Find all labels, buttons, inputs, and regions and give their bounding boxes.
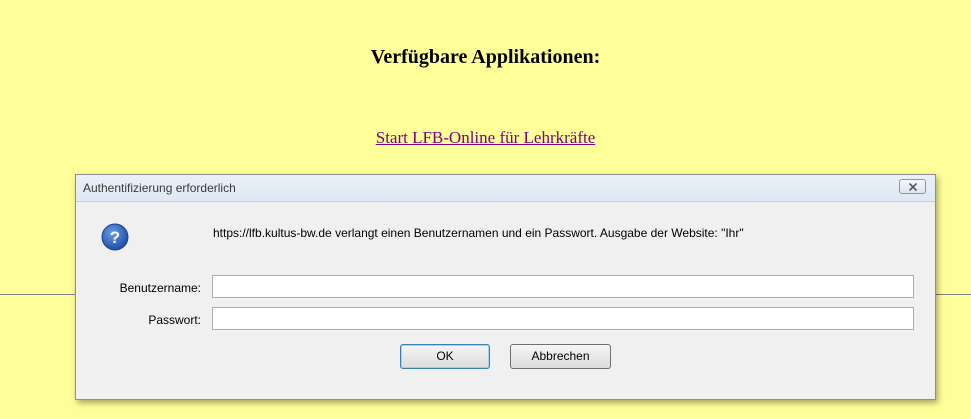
dialog-title: Authentifizierung erforderlich	[83, 181, 236, 195]
dialog-titlebar[interactable]: Authentifizierung erforderlich	[76, 175, 935, 202]
page-heading: Verfügbare Applikationen:	[370, 46, 601, 68]
authentication-dialog: Authentifizierung erforderlich ? https:/…	[75, 174, 936, 400]
cancel-button[interactable]: Abbrechen	[510, 344, 611, 369]
ok-button[interactable]: OK	[400, 344, 490, 369]
password-label: Passwort:	[148, 313, 201, 327]
password-input[interactable]	[212, 307, 914, 330]
question-icon: ?	[101, 223, 129, 251]
username-input[interactable]	[212, 275, 914, 298]
app-link-container: Start LFB-Online für Lehrkräfte	[0, 128, 971, 148]
close-button[interactable]	[899, 179, 926, 194]
svg-text:?: ?	[110, 228, 120, 247]
username-label: Benutzername:	[119, 281, 201, 295]
close-icon	[909, 183, 917, 191]
dialog-message: https://lfb.kultus-bw.de verlangt einen …	[213, 226, 744, 240]
start-lfb-online-link[interactable]: Start LFB-Online für Lehrkräfte	[376, 128, 596, 147]
